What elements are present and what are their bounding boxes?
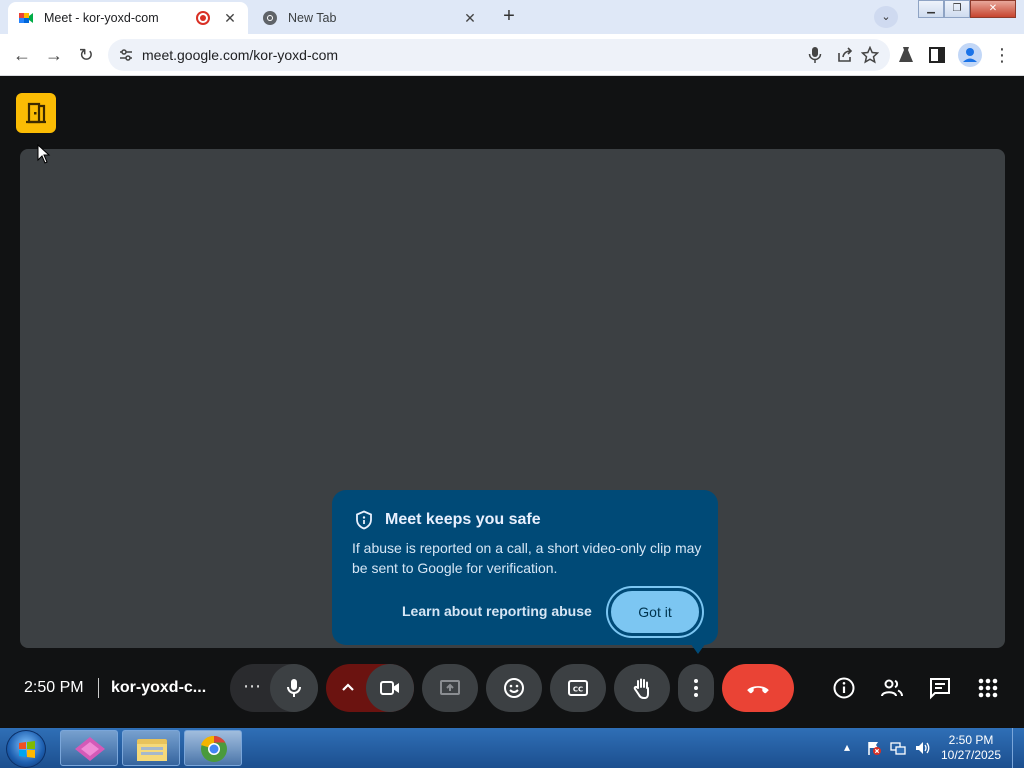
- back-arrow-icon[interactable]: ←: [10, 43, 34, 67]
- close-tab-icon[interactable]: ✕: [222, 10, 238, 27]
- closed-captions-icon: CC: [568, 680, 588, 696]
- shield-icon: [356, 510, 372, 530]
- labs-flask-icon[interactable]: [897, 46, 915, 64]
- audio-control-group: ⋯: [230, 664, 318, 712]
- volume-icon[interactable]: [914, 740, 930, 756]
- person-icon: [963, 48, 977, 62]
- tab-new-tab[interactable]: New Tab ✕: [252, 2, 488, 34]
- meeting-info-icon[interactable]: [832, 676, 856, 700]
- windows-logo-icon: [19, 741, 35, 758]
- tab-meet[interactable]: Meet - kor-yoxd-com ✕: [8, 2, 248, 34]
- action-center-flag-icon[interactable]: [866, 740, 882, 756]
- profile-avatar[interactable]: [958, 43, 982, 67]
- taskbar-chrome[interactable]: [184, 730, 242, 766]
- video-options-button[interactable]: [326, 664, 370, 712]
- bookmark-star-icon[interactable]: [861, 46, 879, 64]
- divider: [98, 678, 99, 698]
- end-call-icon: [747, 686, 769, 694]
- taskbar-time: 2:50 PM: [948, 733, 994, 747]
- show-desktop-button[interactable]: [1012, 728, 1024, 768]
- close-tab-icon[interactable]: ✕: [462, 10, 478, 27]
- share-icon[interactable]: [836, 46, 854, 64]
- popover-pointer: [688, 640, 708, 654]
- leave-call-button[interactable]: [722, 664, 794, 712]
- meeting-time: 2:50 PM: [24, 679, 84, 696]
- learn-reporting-abuse-link[interactable]: Learn about reporting abuse: [402, 603, 592, 619]
- chat-icon[interactable]: [928, 676, 952, 700]
- got-it-button[interactable]: Got it: [608, 588, 702, 636]
- present-screen-icon: [440, 680, 460, 695]
- svg-text:CC: CC: [573, 686, 583, 694]
- taskbar-date: 10/27/2025: [940, 748, 1002, 762]
- taskbar-file-explorer[interactable]: [122, 730, 180, 766]
- more-options-button[interactable]: [678, 664, 714, 712]
- reload-icon[interactable]: ↻: [74, 43, 98, 67]
- reactions-button[interactable]: [486, 664, 542, 712]
- microphone-icon: [287, 679, 301, 697]
- site-info-icon[interactable]: [118, 47, 134, 63]
- address-bar[interactable]: meet.google.com/kor-yoxd-com: [108, 39, 890, 71]
- camera-button[interactable]: [366, 664, 414, 712]
- captions-button[interactable]: CC: [550, 664, 606, 712]
- taskbar-app-1[interactable]: [60, 730, 118, 766]
- chrome-icon: [201, 735, 227, 762]
- video-control-group: [326, 664, 414, 712]
- door-icon: [26, 102, 46, 124]
- raise-hand-button[interactable]: [614, 664, 670, 712]
- url-text: meet.google.com/kor-yoxd-com: [142, 47, 339, 63]
- popover-title: Meet keeps you safe: [385, 511, 541, 528]
- video-camera-icon: [380, 681, 399, 695]
- microphone-icon[interactable]: [806, 46, 824, 64]
- microphone-button[interactable]: [270, 664, 318, 712]
- more-vert-icon: [694, 679, 698, 697]
- show-hidden-icons-button[interactable]: ▴: [844, 740, 850, 754]
- present-screen-button[interactable]: [422, 664, 478, 712]
- tab-strip: Meet - kor-yoxd-com ✕ New Tab ✕ + ⌄ ▁ ❐ …: [0, 0, 1024, 34]
- network-icon[interactable]: [890, 740, 906, 756]
- folder-icon: [137, 739, 167, 761]
- side-panel-icon[interactable]: [928, 46, 946, 64]
- leave-room-button[interactable]: [16, 93, 56, 133]
- start-button[interactable]: [6, 730, 46, 768]
- restore-button[interactable]: ❐: [944, 0, 970, 18]
- emoji-icon: [504, 678, 524, 698]
- window-controls: ▁ ❐ ✕: [918, 0, 1016, 18]
- tab-title: New Tab: [288, 11, 337, 25]
- people-icon[interactable]: [880, 676, 904, 700]
- forward-arrow-icon[interactable]: →: [42, 43, 66, 67]
- mouse-cursor-icon: [37, 144, 51, 164]
- raise-hand-icon: [633, 678, 649, 699]
- recording-indicator-icon: [196, 11, 210, 25]
- safety-popover: Meet keeps you safe If abuse is reported…: [332, 490, 718, 654]
- close-window-button[interactable]: ✕: [970, 0, 1016, 18]
- meet-area: Meet keeps you safe If abuse is reported…: [0, 77, 1024, 727]
- audio-options-button[interactable]: ⋯: [230, 664, 274, 712]
- app-icon: [75, 737, 105, 761]
- chrome-icon: [263, 11, 277, 25]
- activities-grid-icon[interactable]: [976, 676, 1000, 700]
- bottom-bar: 2:50 PM kor-yoxd-c... ⋯ CC: [0, 662, 1024, 716]
- meeting-name[interactable]: kor-yoxd-c...: [111, 679, 206, 697]
- new-tab-button[interactable]: +: [498, 6, 520, 28]
- chevron-up-icon: [342, 683, 354, 691]
- minimize-button[interactable]: ▁: [918, 0, 944, 18]
- google-meet-icon: [19, 13, 33, 23]
- popover-body: If abuse is reported on a call, a short …: [352, 540, 702, 576]
- system-clock[interactable]: 2:50 PM 10/27/2025: [940, 733, 1002, 763]
- tab-search-button[interactable]: ⌄: [874, 6, 898, 28]
- browser-toolbar: ← → ↻ meet.google.com/kor-yoxd-com ⋮: [0, 34, 1024, 76]
- chrome-menu-icon[interactable]: ⋮: [990, 43, 1014, 67]
- windows-taskbar: ▴ 2:50 PM 10/27/2025: [0, 728, 1024, 768]
- tab-title: Meet - kor-yoxd-com: [44, 11, 159, 25]
